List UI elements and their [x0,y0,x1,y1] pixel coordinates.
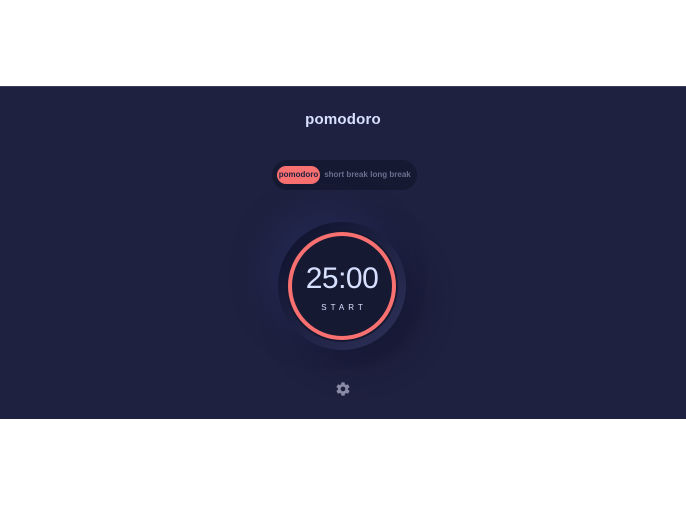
pomodoro-app: pomodoro pomodoro short break long break… [0,86,686,419]
start-button[interactable]: START [286,303,398,312]
tab-pomodoro[interactable]: pomodoro [277,166,320,184]
timer-face[interactable]: 25:00 START [286,230,398,342]
gear-icon[interactable] [335,381,351,397]
tab-long-break[interactable]: long break [369,166,412,184]
timer-display: 25:00 [305,262,379,295]
app-title: pomodoro [305,111,381,128]
mode-switch: pomodoro short break long break [272,160,417,190]
tab-short-break[interactable]: short break [323,166,369,184]
timer-dial: 25:00 START [278,222,406,350]
